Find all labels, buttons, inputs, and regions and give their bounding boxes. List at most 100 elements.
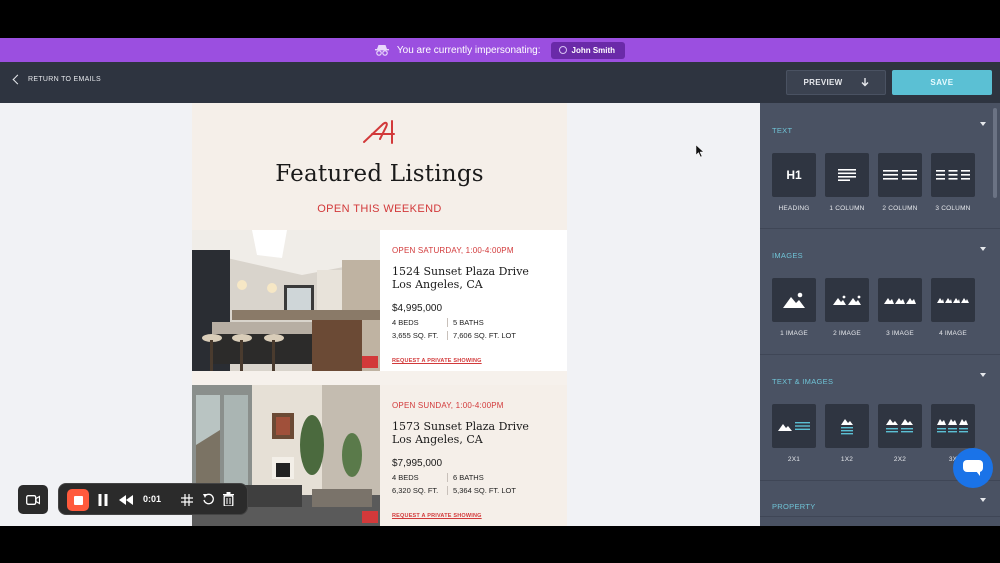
image-text-2x1-icon bbox=[778, 422, 810, 431]
section-header-property[interactable]: PROPERTY bbox=[772, 496, 988, 511]
recording-timer: 0:01 bbox=[143, 494, 162, 504]
listing-info: OPEN SUNDAY, 1:00-4:00PM 1573 Sunset Pla… bbox=[392, 401, 562, 519]
section-title: TEXT bbox=[772, 126, 793, 135]
incognito-icon bbox=[374, 45, 389, 56]
impersonated-user-chip[interactable]: John Smith bbox=[550, 41, 626, 59]
section-header-text[interactable]: TEXT bbox=[772, 120, 988, 135]
section-title: TEXT & IMAGES bbox=[772, 377, 834, 386]
request-showing-link[interactable]: REQUEST A PRIVATE SHOWING bbox=[392, 513, 562, 519]
tile-label: 2X2 bbox=[893, 456, 907, 463]
two-images-icon bbox=[833, 295, 861, 305]
preview-label: PREVIEW bbox=[803, 78, 843, 87]
address-line-1: 1573 Sunset Plaza Drive bbox=[392, 420, 529, 433]
email-subhead: OPEN THIS WEEKEND bbox=[317, 203, 442, 215]
address-line-2: Los Angeles, CA bbox=[392, 433, 483, 446]
block-3-column[interactable] bbox=[931, 153, 975, 197]
caret-down-icon bbox=[980, 498, 986, 502]
two-column-icon bbox=[883, 170, 917, 180]
preview-button[interactable]: PREVIEW bbox=[786, 70, 886, 95]
section-title: PROPERTY bbox=[772, 502, 816, 511]
trash-icon[interactable] bbox=[223, 492, 234, 506]
email-canvas: Featured Listings OPEN THIS WEEKEND OPEN… bbox=[0, 103, 760, 526]
block-heading[interactable]: H1 bbox=[772, 153, 816, 197]
panel-scrollbar[interactable] bbox=[993, 108, 997, 198]
beds-baths-row: 4 BEDS 6 BATHS bbox=[392, 473, 562, 482]
save-button[interactable]: SAVE bbox=[892, 70, 992, 95]
recorder-camera-button[interactable] bbox=[18, 485, 48, 514]
chevron-left-icon bbox=[12, 74, 23, 85]
listing-block[interactable]: OPEN SUNDAY, 1:00-4:00PM 1573 Sunset Pla… bbox=[192, 385, 567, 526]
tile-label: HEADING bbox=[778, 205, 810, 212]
three-column-icon bbox=[936, 170, 970, 180]
listing-info: OPEN SATURDAY, 1:00-4:00PM 1524 Sunset P… bbox=[392, 246, 562, 364]
block-2-image[interactable] bbox=[825, 278, 869, 322]
sqft-row: 3,655 SQ. FT. 7,606 SQ. FT. LOT bbox=[392, 331, 562, 340]
lot-size: 5,364 SQ. FT. LOT bbox=[453, 486, 516, 495]
tile-label: 1 COLUMN bbox=[829, 205, 865, 212]
tile-label: 2X1 bbox=[787, 456, 801, 463]
tile-label: 1 IMAGE bbox=[780, 330, 808, 337]
block-3-image[interactable] bbox=[878, 278, 922, 322]
section-divider bbox=[760, 228, 1000, 229]
section-header-images[interactable]: IMAGES bbox=[772, 245, 988, 260]
block-2-column[interactable] bbox=[878, 153, 922, 197]
tile-label: 3 COLUMN bbox=[935, 205, 971, 212]
image-text-2x2-icon bbox=[886, 419, 913, 433]
caret-down-icon bbox=[980, 122, 986, 126]
address-line-1: 1524 Sunset Plaza Drive bbox=[392, 265, 529, 278]
section-header-text-images[interactable]: TEXT & IMAGES bbox=[772, 371, 988, 386]
image-text-1x2-icon bbox=[841, 419, 853, 435]
caret-down-icon bbox=[980, 373, 986, 377]
chat-widget-button[interactable] bbox=[953, 448, 993, 488]
tile-label: 1X2 bbox=[840, 456, 854, 463]
image-text-3x-icon bbox=[937, 419, 968, 433]
block-1-image[interactable] bbox=[772, 278, 816, 322]
screen: You are currently impersonating: John Sm… bbox=[0, 0, 1000, 563]
return-label: RETURN TO EMAILS bbox=[28, 76, 101, 83]
section-divider bbox=[760, 516, 1000, 517]
lot-size: 7,606 SQ. FT. LOT bbox=[453, 331, 516, 340]
block-3x[interactable] bbox=[931, 404, 975, 448]
arrow-down-icon bbox=[861, 78, 868, 87]
beds: 4 BEDS bbox=[392, 473, 448, 482]
pause-icon[interactable] bbox=[98, 494, 108, 506]
address-line-2: Los Angeles, CA bbox=[392, 278, 483, 291]
text-lines-icon bbox=[838, 169, 856, 181]
tile-label: 2 COLUMN bbox=[882, 205, 918, 212]
video-camera-icon bbox=[26, 494, 40, 505]
open-house-time: OPEN SUNDAY, 1:00-4:00PM bbox=[392, 401, 504, 410]
block-1x2[interactable] bbox=[825, 404, 869, 448]
block-1-column[interactable] bbox=[825, 153, 869, 197]
section-title: IMAGES bbox=[772, 251, 803, 260]
listing-price: $7,995,000 bbox=[392, 458, 443, 469]
stop-icon bbox=[73, 495, 83, 505]
impersonated-user-name: John Smith bbox=[571, 45, 616, 55]
rewind-icon[interactable] bbox=[119, 495, 133, 505]
block-4-image[interactable] bbox=[931, 278, 975, 322]
impersonation-banner: You are currently impersonating: John Sm… bbox=[0, 38, 1000, 62]
email-header-block[interactable]: Featured Listings OPEN THIS WEEKEND bbox=[192, 103, 567, 230]
brand-logo-icon bbox=[363, 120, 395, 144]
caret-down-icon bbox=[980, 247, 986, 251]
kitchen-photo bbox=[192, 230, 380, 371]
four-images-icon bbox=[937, 298, 969, 303]
listing-price: $4,995,000 bbox=[392, 303, 443, 314]
return-to-emails-link[interactable]: RETURN TO EMAILS bbox=[12, 74, 101, 85]
email-headline: Featured Listings bbox=[275, 161, 484, 187]
tile-label: 3 IMAGE bbox=[886, 330, 914, 337]
block-2x2[interactable] bbox=[878, 404, 922, 448]
baths: 6 BATHS bbox=[453, 473, 484, 482]
restart-icon[interactable] bbox=[202, 493, 215, 506]
mouse-cursor-icon bbox=[696, 145, 704, 157]
h1-icon: H1 bbox=[786, 168, 802, 182]
tile-label: 2 IMAGE bbox=[833, 330, 861, 337]
recorder-controls: 0:01 bbox=[58, 483, 248, 515]
grid-icon[interactable] bbox=[181, 494, 193, 506]
stop-recording-button[interactable] bbox=[67, 489, 89, 511]
tile-label: 4 IMAGE bbox=[939, 330, 967, 337]
image-icon bbox=[783, 292, 805, 308]
request-showing-link[interactable]: REQUEST A PRIVATE SHOWING bbox=[392, 358, 562, 364]
listing-block[interactable]: OPEN SATURDAY, 1:00-4:00PM 1524 Sunset P… bbox=[192, 230, 567, 371]
block-2x1[interactable] bbox=[772, 404, 816, 448]
sqft: 3,655 SQ. FT. bbox=[392, 331, 448, 340]
